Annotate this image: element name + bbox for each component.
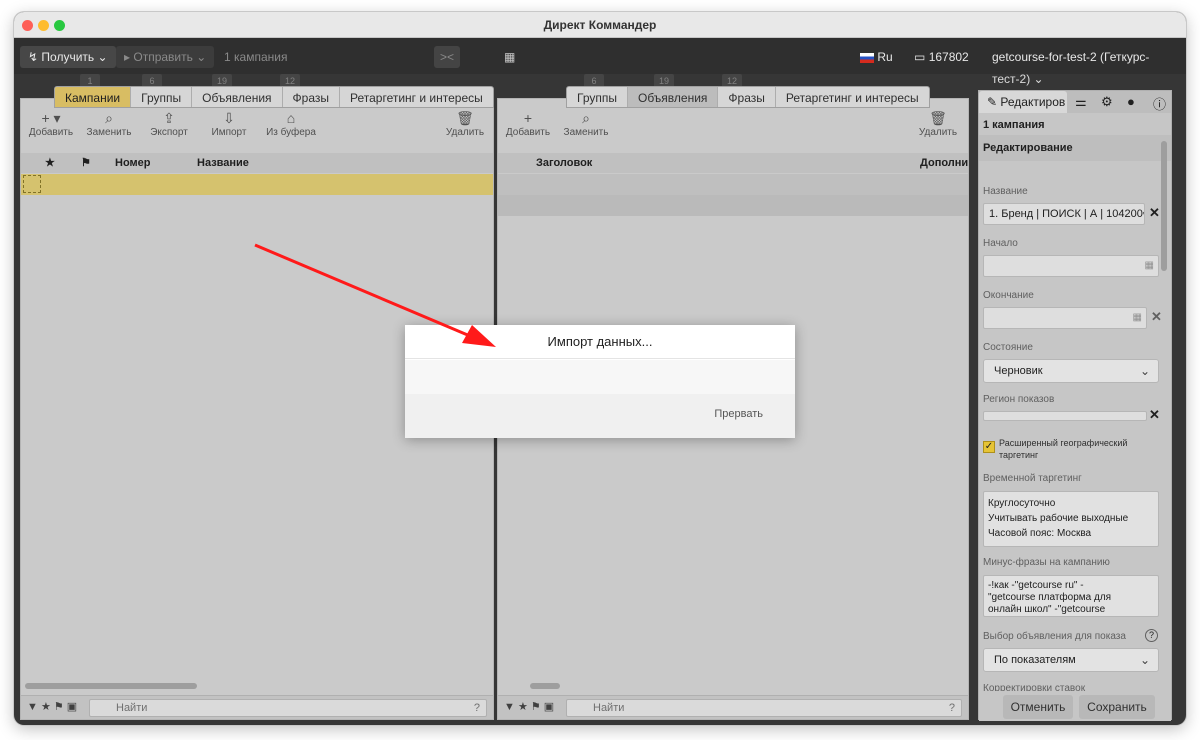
arrow-head [462,325,496,347]
arrow-shaft [254,243,471,338]
annotation-arrow [254,243,496,347]
